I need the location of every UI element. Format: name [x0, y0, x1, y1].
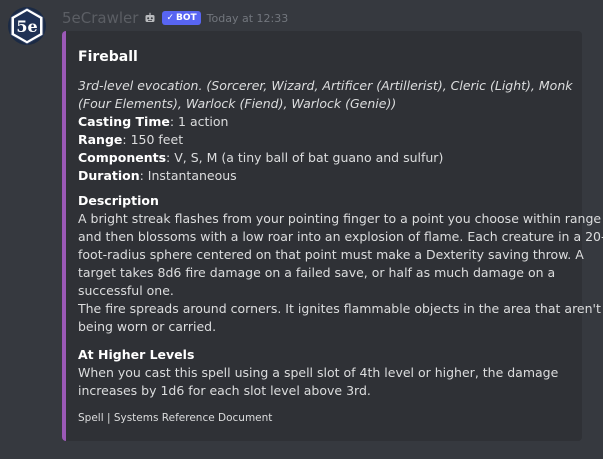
- property-range: Range: 150 feet: [78, 131, 573, 149]
- property-value: : 150 feet: [122, 132, 184, 147]
- field-higher-levels: At Higher Levels When you cast this spel…: [78, 346, 573, 400]
- field-line: foot-radius sphere centered on that poin…: [78, 247, 584, 262]
- field-line: target takes 8d6 fire damage on a failed…: [78, 265, 556, 280]
- field-value: A bright streak flashes from your pointi…: [78, 210, 603, 336]
- property-label: Duration: [78, 168, 140, 183]
- check-icon: ✓: [166, 13, 174, 23]
- property-value: : V, S, M (a tiny ball of bat guano and …: [166, 150, 444, 165]
- timestamp[interactable]: Today at 12:33: [207, 12, 289, 25]
- field-name: Description: [78, 193, 159, 208]
- chat-message: 5e 5eCrawler ✓ BOT Today at 12:33 Fireba…: [0, 0, 603, 459]
- property-duration: Duration: Instantaneous: [78, 167, 573, 185]
- field-line: increases by 1d6 for each slot level abo…: [78, 383, 371, 398]
- username[interactable]: 5eCrawler: [62, 9, 138, 27]
- property-value: : Instantaneous: [139, 168, 237, 183]
- field-value: When you cast this spell using a spell s…: [78, 364, 573, 400]
- field-line: and then blossoms with a low roar into a…: [78, 229, 603, 244]
- spell-properties: Casting Time: 1 action Range: 150 feet C…: [78, 113, 573, 185]
- subtitle-line: (Four Elements), Warlock (Fiend), Warloc…: [78, 96, 397, 111]
- spell-subtitle: 3rd-level evocation. (Sorcerer, Wizard, …: [78, 77, 573, 113]
- property-components: Components: V, S, M (a tiny ball of bat …: [78, 149, 573, 167]
- spell-embed: Fireball 3rd-level evocation. (Sorcerer,…: [62, 31, 603, 441]
- embed-footer: Spell | Systems Reference Document: [78, 412, 273, 424]
- property-label: Casting Time: [78, 114, 170, 129]
- avatar-logo-text: 5e: [16, 17, 37, 36]
- field-line: When you cast this spell using a spell s…: [78, 365, 559, 380]
- property-value: : 1 action: [169, 114, 229, 129]
- field-description: Description A bright streak flashes from…: [78, 192, 603, 336]
- field-line: The fire spreads around corners. It igni…: [78, 301, 601, 316]
- field-line: successful one.: [78, 283, 174, 298]
- bot-tag-label: BOT: [175, 13, 197, 23]
- subtitle-line: 3rd-level evocation. (Sorcerer, Wizard, …: [78, 78, 573, 93]
- property-casting-time: Casting Time: 1 action: [78, 113, 573, 131]
- message-header: 5eCrawler ✓ BOT Today at 12:33: [62, 8, 288, 28]
- property-label: Components: [78, 150, 167, 165]
- property-label: Range: [78, 132, 123, 147]
- robot-icon: [145, 12, 155, 22]
- bot-tag: ✓ BOT: [162, 11, 201, 25]
- field-line: A bright streak flashes from your pointi…: [78, 211, 602, 226]
- avatar[interactable]: 5e: [8, 7, 46, 45]
- field-line: being worn or carried.: [78, 319, 217, 334]
- field-name: At Higher Levels: [78, 347, 195, 362]
- embed-title: Fireball: [78, 49, 138, 65]
